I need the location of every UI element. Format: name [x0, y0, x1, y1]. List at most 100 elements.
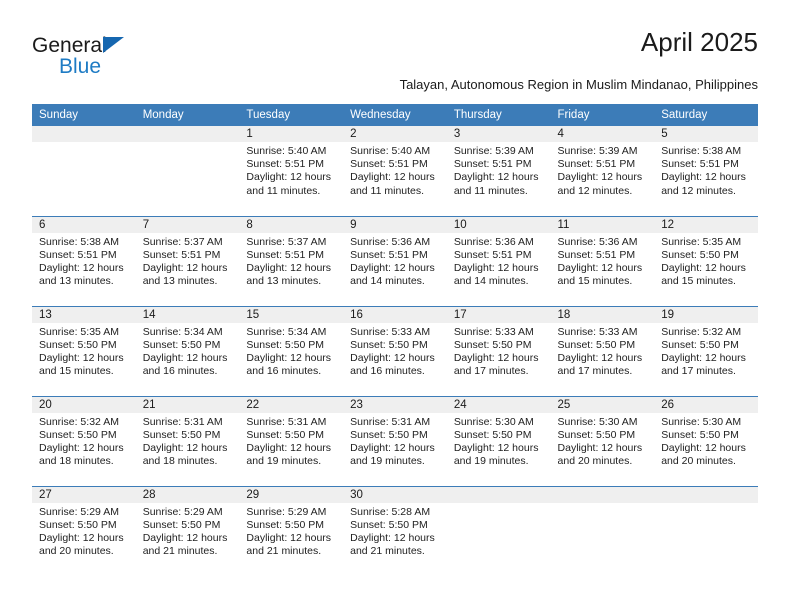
calendar-day-cell[interactable]: 11 Sunrise: 5:36 AM Sunset: 5:51 PM Dayligh…: [550, 215, 655, 306]
day-details: [32, 142, 136, 145]
calendar-day-cell[interactable]: 28 Sunrise: 5:29 AM Sunset: 5:50 PM Dayligh…: [135, 485, 240, 576]
calendar-day-cell[interactable]: 29 Sunrise: 5:29 AM Sunset: 5:50 PM Dayligh…: [239, 485, 344, 576]
day-number: 3: [446, 126, 551, 142]
day-number: 7: [135, 216, 240, 233]
weekday-header-row: Sunday Monday Tuesday Wednesday Thursday…: [32, 104, 758, 126]
calendar-day-cell[interactable]: 24 Sunrise: 5:30 AM Sunset: 5:50 PM Dayligh…: [446, 395, 551, 486]
day-detail-line: Sunset: 5:51 PM: [557, 158, 636, 171]
day-detail-line: Daylight: 12 hours: [350, 441, 435, 454]
day-details: Sunrise: 5:30 AM Sunset: 5:50 PM Daylight:…: [447, 413, 551, 469]
calendar-day-cell[interactable]: 23 Sunrise: 5:31 AM Sunset: 5:50 PM Dayligh…: [343, 395, 447, 486]
calendar-day-cell[interactable]: 15 Sunrise: 5:34 AM Sunset: 5:50 PM Dayligh…: [239, 305, 344, 396]
day-detail-line: Sunrise: 5:29 AM: [142, 505, 223, 518]
day-detail-line: and 12 minutes.: [661, 184, 736, 197]
calendar-day-cell[interactable]: 6 Sunrise: 5:38 AM Sunset: 5:51 PM Daylight…: [32, 215, 136, 306]
calendar-day-cell[interactable]: 26 Sunrise: 5:30 AM Sunset: 5:50 PM Dayligh…: [654, 395, 758, 486]
calendar-day-cell[interactable]: 13 Sunrise: 5:35 AM Sunset: 5:50 PM Dayligh…: [32, 305, 136, 396]
calendar-day-cell[interactable]: 16 Sunrise: 5:33 AM Sunset: 5:50 PM Dayligh…: [343, 305, 447, 396]
day-number: [654, 486, 758, 503]
day-detail-line: Sunset: 5:51 PM: [246, 158, 325, 171]
calendar-day-cell[interactable]: 2 Sunrise: 5:40 AM Sunset: 5:51 PM Daylight…: [343, 126, 447, 216]
calendar-day-cell[interactable]: 1 Sunrise: 5:40 AM Sunset: 5:51 PM Daylight…: [239, 126, 344, 216]
day-detail-line: Sunset: 5:50 PM: [142, 338, 221, 351]
day-detail-line: Daylight: 12 hours: [246, 261, 332, 274]
calendar-day-cell[interactable]: 25 Sunrise: 5:30 AM Sunset: 5:50 PM Dayligh…: [550, 395, 655, 486]
day-details: Sunrise: 5:29 AM Sunset: 5:50 PM Daylight:…: [32, 503, 136, 559]
calendar-day-cell[interactable]: 20 Sunrise: 5:32 AM Sunset: 5:50 PM Dayligh…: [32, 395, 136, 486]
day-number: 18: [550, 306, 655, 323]
day-detail-line: Sunrise: 5:38 AM: [661, 145, 742, 157]
day-detail-line: and 13 minutes.: [39, 275, 114, 288]
calendar-day-cell[interactable]: 5 Sunrise: 5:38 AM Sunset: 5:51 PM Daylight…: [654, 126, 758, 216]
day-detail-line: and 15 minutes.: [661, 275, 736, 288]
day-detail-line: Sunrise: 5:30 AM: [661, 415, 742, 428]
calendar-empty-cell: [550, 485, 655, 576]
triangle-icon: [103, 37, 124, 53]
day-detail-line: Sunrise: 5:29 AM: [39, 505, 119, 518]
day-detail-line: Sunset: 5:50 PM: [39, 338, 117, 351]
calendar-day-cell[interactable]: 9 Sunrise: 5:36 AM Sunset: 5:51 PM Daylight…: [343, 215, 447, 306]
day-detail-line: Daylight: 12 hours: [39, 261, 124, 274]
calendar-page: General Blue April 2025 Talayan, Autonom…: [0, 0, 792, 612]
calendar-day-cell[interactable]: 22 Sunrise: 5:31 AM Sunset: 5:50 PM Dayligh…: [239, 395, 344, 486]
day-details: Sunrise: 5:33 AM Sunset: 5:50 PM Daylight:…: [343, 323, 447, 379]
calendar-day-cell[interactable]: 12 Sunrise: 5:35 AM Sunset: 5:50 PM Dayligh…: [654, 215, 758, 306]
day-detail-line: Sunset: 5:50 PM: [661, 248, 739, 261]
day-detail-line: and 13 minutes.: [246, 275, 322, 288]
calendar-week-row: 13 Sunrise: 5:35 AM Sunset: 5:50 PM Dayligh…: [32, 305, 758, 396]
day-detail-line: Sunrise: 5:40 AM: [246, 145, 327, 157]
day-number: 14: [135, 306, 240, 323]
day-detail-line: Sunset: 5:51 PM: [661, 158, 739, 171]
calendar-day-cell[interactable]: 4 Sunrise: 5:39 AM Sunset: 5:51 PM Daylight…: [550, 126, 655, 216]
weekday-header-saturday: Saturday: [654, 104, 758, 126]
day-detail-line: Sunset: 5:50 PM: [661, 428, 739, 441]
day-details: Sunrise: 5:37 AM Sunset: 5:51 PM Daylight:…: [136, 233, 240, 289]
day-detail-line: Sunset: 5:50 PM: [142, 518, 221, 531]
calendar-empty-cell: [135, 126, 240, 216]
page-title: April 2025: [640, 27, 758, 57]
calendar-day-cell[interactable]: 19 Sunrise: 5:32 AM Sunset: 5:50 PM Dayligh…: [654, 305, 758, 396]
day-detail-line: and 19 minutes.: [453, 455, 529, 468]
day-details: Sunrise: 5:34 AM Sunset: 5:50 PM Daylight:…: [136, 323, 240, 379]
day-details: [654, 503, 758, 506]
calendar-day-cell[interactable]: 30 Sunrise: 5:28 AM Sunset: 5:50 PM Dayligh…: [343, 485, 447, 576]
calendar-day-cell[interactable]: 18 Sunrise: 5:33 AM Sunset: 5:50 PM Dayligh…: [550, 305, 655, 396]
day-number: 30: [343, 486, 447, 503]
day-detail-line: Sunrise: 5:29 AM: [246, 505, 327, 518]
day-detail-line: Sunrise: 5:28 AM: [350, 505, 431, 518]
calendar-day-cell[interactable]: 7 Sunrise: 5:37 AM Sunset: 5:51 PM Daylight…: [135, 215, 240, 306]
day-detail-line: Daylight: 12 hours: [246, 441, 332, 454]
day-number: 19: [654, 306, 758, 323]
day-detail-line: and 15 minutes.: [557, 275, 633, 288]
calendar-day-cell[interactable]: 3 Sunrise: 5:39 AM Sunset: 5:51 PM Daylight…: [446, 126, 551, 216]
calendar-day-cell[interactable]: 8 Sunrise: 5:37 AM Sunset: 5:51 PM Daylight…: [239, 215, 344, 306]
calendar-empty-cell: [32, 126, 136, 216]
calendar-day-cell[interactable]: 14 Sunrise: 5:34 AM Sunset: 5:50 PM Dayligh…: [135, 305, 240, 396]
day-detail-line: Sunset: 5:51 PM: [453, 248, 532, 261]
day-number: 16: [343, 306, 447, 323]
day-detail-line: and 20 minutes.: [661, 455, 736, 468]
day-detail-line: Sunrise: 5:33 AM: [350, 325, 431, 338]
day-detail-line: Sunset: 5:50 PM: [453, 338, 532, 351]
day-detail-line: Daylight: 12 hours: [661, 441, 746, 454]
day-details: Sunrise: 5:28 AM Sunset: 5:50 PM Daylight:…: [343, 503, 447, 559]
day-detail-line: and 21 minutes.: [246, 545, 322, 558]
brand-logo[interactable]: General Blue: [32, 34, 162, 82]
day-details: Sunrise: 5:33 AM Sunset: 5:50 PM Daylight:…: [447, 323, 551, 379]
day-details: [136, 142, 240, 145]
calendar-day-cell[interactable]: 21 Sunrise: 5:31 AM Sunset: 5:50 PM Dayligh…: [135, 395, 240, 486]
day-detail-line: Sunrise: 5:34 AM: [142, 325, 223, 338]
calendar-day-cell[interactable]: 27 Sunrise: 5:29 AM Sunset: 5:50 PM Dayligh…: [32, 485, 136, 576]
day-detail-line: and 17 minutes.: [557, 365, 633, 378]
day-details: Sunrise: 5:34 AM Sunset: 5:50 PM Daylight:…: [239, 323, 343, 379]
day-detail-line: Sunrise: 5:38 AM: [39, 235, 119, 248]
day-details: Sunrise: 5:30 AM Sunset: 5:50 PM Daylight:…: [551, 413, 655, 469]
calendar-day-cell[interactable]: 10 Sunrise: 5:36 AM Sunset: 5:51 PM Dayligh…: [446, 215, 551, 306]
day-detail-line: Daylight: 12 hours: [453, 441, 539, 454]
day-number: 26: [654, 396, 758, 413]
day-details: Sunrise: 5:30 AM Sunset: 5:50 PM Daylight:…: [654, 413, 758, 469]
calendar-day-cell[interactable]: 17 Sunrise: 5:33 AM Sunset: 5:50 PM Dayligh…: [446, 305, 551, 396]
day-detail-line: Daylight: 12 hours: [350, 171, 435, 184]
day-number: [32, 126, 136, 142]
day-details: Sunrise: 5:31 AM Sunset: 5:50 PM Daylight:…: [343, 413, 447, 469]
